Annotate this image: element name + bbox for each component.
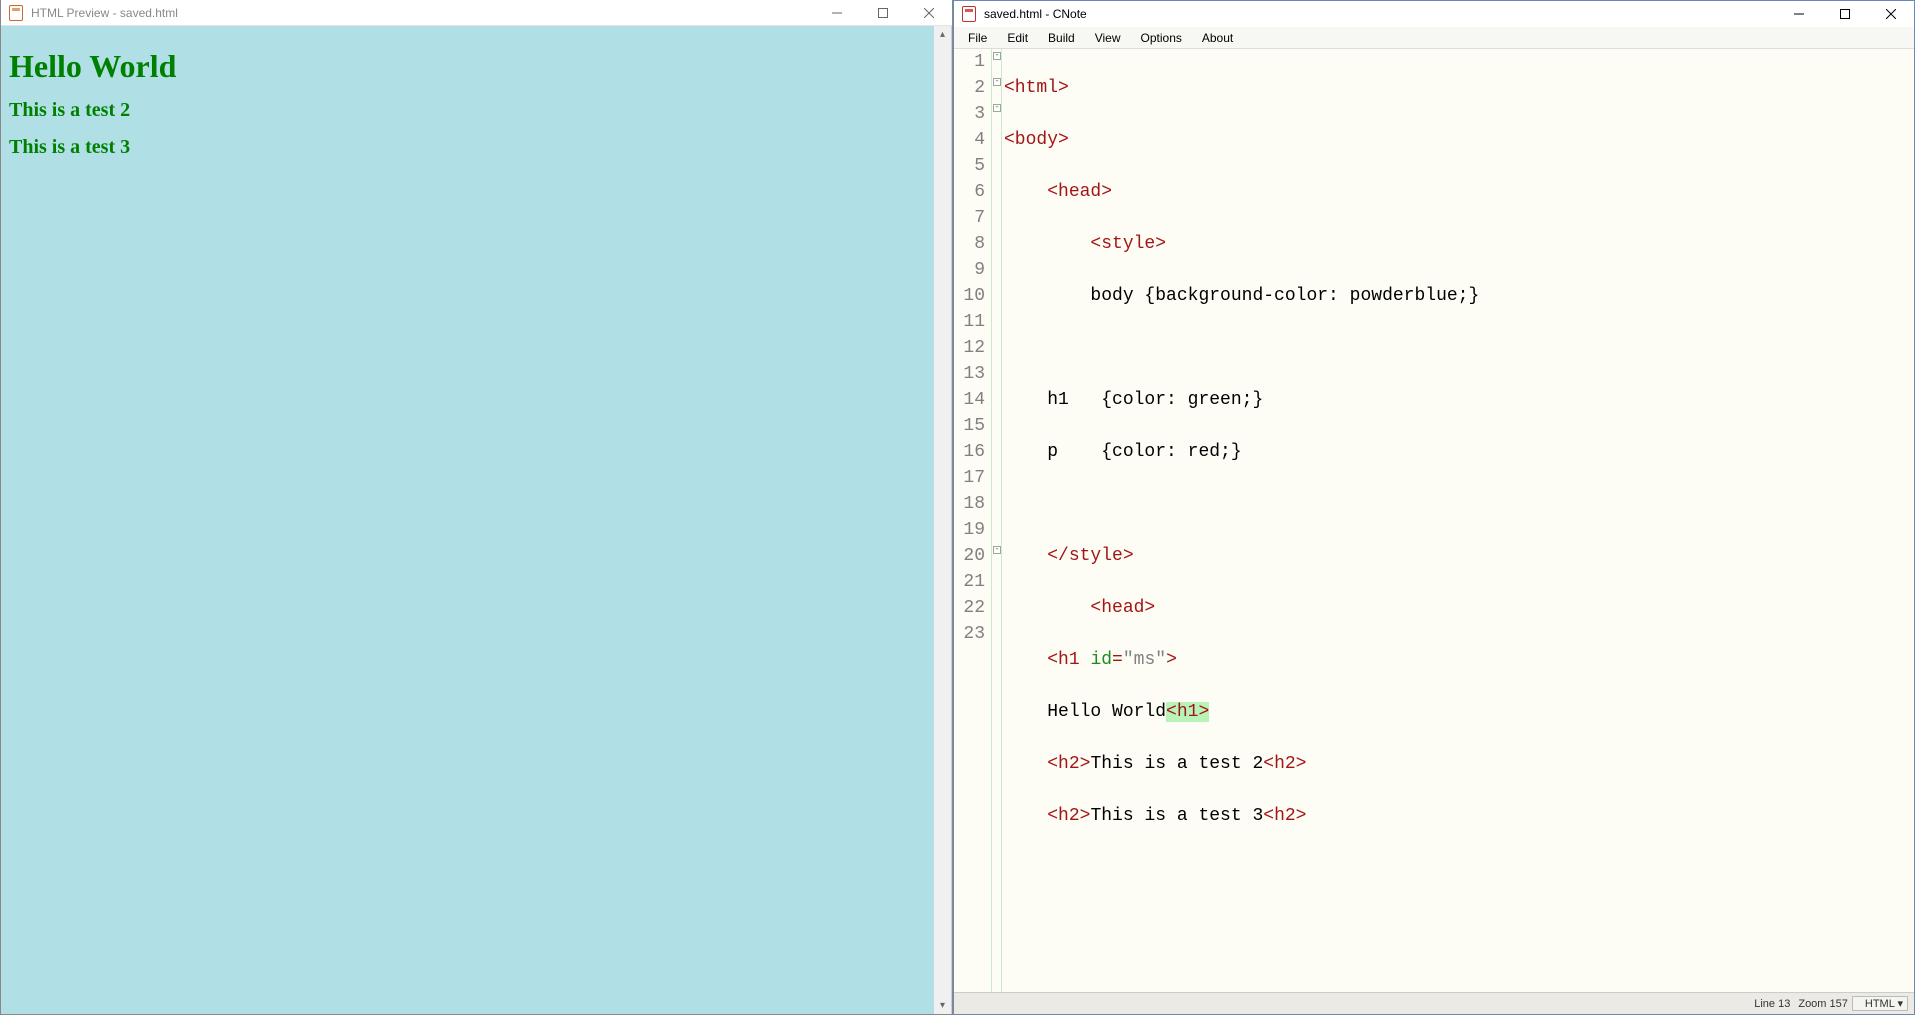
preview-maximize-button[interactable] <box>860 0 906 26</box>
preview-close-button[interactable] <box>906 0 952 26</box>
fold-marker-icon[interactable]: - <box>993 546 1001 554</box>
menu-options[interactable]: Options <box>1131 29 1192 47</box>
code-text <box>1004 702 1047 722</box>
code-caret-highlight: <h1 <box>1166 702 1198 722</box>
line-number[interactable]: 17 <box>954 465 985 491</box>
code-text <box>1004 182 1047 202</box>
editor-area[interactable]: 1 2 3 4 5 6 7 8 9 10 11 12 13 14 15 16 1… <box>954 49 1914 992</box>
line-number[interactable]: 16 <box>954 439 985 465</box>
html-preview-window: HTML Preview - saved.html Hello World Th… <box>0 0 953 1015</box>
editor-statusbar: Line 13 Zoom 157 HTML ▾ <box>954 992 1914 1014</box>
preview-h1: Hello World <box>9 48 943 85</box>
code-text <box>1004 234 1090 254</box>
preview-app-icon <box>5 2 27 24</box>
editor-maximize-button[interactable] <box>1822 1 1868 27</box>
code-text: h1 {color: green;} <box>1047 390 1263 410</box>
code-text: p {color: red;} <box>1047 442 1241 462</box>
code-text: <h2> <box>1263 806 1306 826</box>
cnote-window: saved.html - CNote File Edit Build View … <box>953 0 1915 1015</box>
line-number[interactable]: 4 <box>954 127 985 153</box>
code-text: id <box>1090 650 1112 670</box>
code-text: > <box>1166 650 1177 670</box>
line-number[interactable]: 2 <box>954 75 985 101</box>
code-text: </style> <box>1047 546 1133 566</box>
scroll-up-icon[interactable]: ▴ <box>934 26 951 43</box>
code-text <box>1004 286 1090 306</box>
fold-column[interactable]: - - - - <box>992 49 1002 992</box>
line-number[interactable]: 5 <box>954 153 985 179</box>
code-text: <head> <box>1090 598 1155 618</box>
code-text: body {background-color: powderblue;} <box>1090 286 1479 306</box>
line-number[interactable]: 12 <box>954 335 985 361</box>
code-text: This is a test 2 <box>1090 754 1263 774</box>
code-text <box>1004 650 1047 670</box>
line-number[interactable]: 15 <box>954 413 985 439</box>
scroll-down-icon[interactable]: ▾ <box>934 997 951 1014</box>
line-number[interactable]: 7 <box>954 205 985 231</box>
line-number[interactable]: 6 <box>954 179 985 205</box>
line-number[interactable]: 9 <box>954 257 985 283</box>
line-number[interactable]: 3 <box>954 101 985 127</box>
line-number[interactable]: 20 <box>954 543 985 569</box>
menu-view[interactable]: View <box>1085 29 1131 47</box>
code-text <box>1004 442 1047 462</box>
status-language-selector[interactable]: HTML ▾ <box>1852 996 1908 1011</box>
code-caret-highlight: > <box>1198 702 1209 722</box>
code-text <box>1004 390 1047 410</box>
fold-marker-icon[interactable]: - <box>993 78 1001 86</box>
code-text: Hello World <box>1047 702 1166 722</box>
code-text: <style> <box>1090 234 1166 254</box>
line-number[interactable]: 11 <box>954 309 985 335</box>
code-text <box>1004 806 1047 826</box>
preview-viewport[interactable]: Hello World This is a test 2 This is a t… <box>1 26 952 1014</box>
menu-build[interactable]: Build <box>1038 29 1085 47</box>
menu-edit[interactable]: Edit <box>997 29 1038 47</box>
line-number[interactable]: 22 <box>954 595 985 621</box>
code-text: "ms" <box>1123 650 1166 670</box>
editor-minimize-button[interactable] <box>1776 1 1822 27</box>
code-text: <h2> <box>1263 754 1306 774</box>
code-text: <h2> <box>1047 754 1090 774</box>
code-text <box>1004 598 1090 618</box>
code-text: <head> <box>1047 182 1112 202</box>
status-language-label: HTML <box>1865 998 1895 1010</box>
code-text: This is a test 3 <box>1090 806 1263 826</box>
line-number[interactable]: 18 <box>954 491 985 517</box>
menu-about[interactable]: About <box>1192 29 1243 47</box>
status-zoom: Zoom 157 <box>1798 998 1848 1010</box>
line-number[interactable]: 19 <box>954 517 985 543</box>
code-text <box>1004 754 1047 774</box>
preview-minimize-button[interactable] <box>814 0 860 26</box>
preview-titlebar[interactable]: HTML Preview - saved.html <box>1 0 952 26</box>
code-text <box>1004 546 1047 566</box>
preview-scrollbar[interactable]: ▴ ▾ <box>934 26 951 1014</box>
line-number[interactable]: 1 <box>954 49 985 75</box>
preview-h2-1: This is a test 2 <box>9 99 943 122</box>
line-number[interactable]: 13 <box>954 361 985 387</box>
line-number[interactable]: 21 <box>954 569 985 595</box>
code-text: <h1 <box>1047 650 1090 670</box>
code-text: <body> <box>1004 130 1069 150</box>
code-text: <h2> <box>1047 806 1090 826</box>
line-number[interactable]: 23 <box>954 621 985 647</box>
menu-file[interactable]: File <box>958 29 997 47</box>
line-number-gutter[interactable]: 1 2 3 4 5 6 7 8 9 10 11 12 13 14 15 16 1… <box>954 49 992 992</box>
line-number[interactable]: 8 <box>954 231 985 257</box>
code-area[interactable]: <html> <body> <head> <style> body {backg… <box>1002 49 1914 992</box>
editor-window-title: saved.html - CNote <box>984 7 1776 21</box>
fold-marker-icon[interactable]: - <box>993 104 1001 112</box>
editor-titlebar[interactable]: saved.html - CNote <box>954 1 1914 27</box>
line-number[interactable]: 10 <box>954 283 985 309</box>
status-line: Line 13 <box>1754 998 1790 1010</box>
editor-app-icon <box>958 3 980 25</box>
preview-h2-2: This is a test 3 <box>9 136 943 159</box>
preview-window-title: HTML Preview - saved.html <box>31 6 814 20</box>
code-text: = <box>1112 650 1123 670</box>
editor-menubar: File Edit Build View Options About <box>954 27 1914 49</box>
line-number[interactable]: 14 <box>954 387 985 413</box>
fold-marker-icon[interactable]: - <box>993 52 1001 60</box>
code-text: <html> <box>1004 78 1069 98</box>
editor-close-button[interactable] <box>1868 1 1914 27</box>
